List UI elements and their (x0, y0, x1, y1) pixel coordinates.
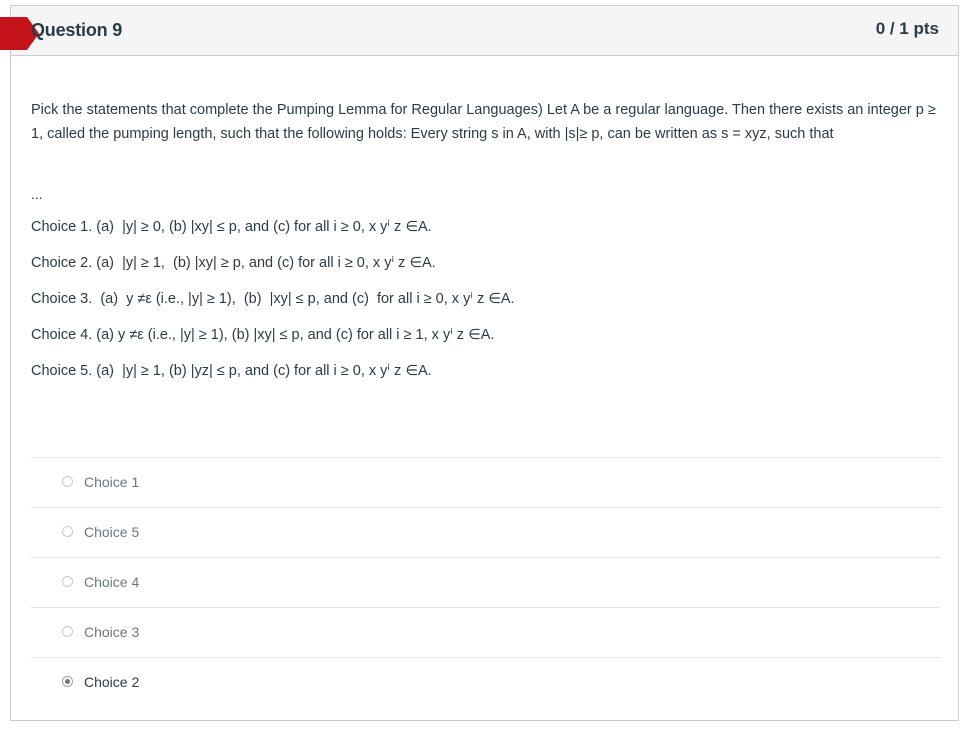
question-card: Question 9 0 / 1 pts Pick the statements… (0, 5, 959, 721)
radio-button[interactable] (62, 626, 73, 637)
answer-label[interactable]: Choice 1 (84, 474, 139, 490)
answer-option[interactable]: Choice 1 (31, 457, 940, 507)
question-header: Question 9 0 / 1 pts (0, 6, 958, 56)
answer-label[interactable]: Choice 4 (84, 574, 139, 590)
choice-statement-5: Choice 5. (a) |y| ≥ 1, (b) |yz| ≤ p, and… (31, 363, 432, 379)
answer-label[interactable]: Choice 2 (84, 674, 139, 690)
answer-option[interactable]: Choice 3 (31, 607, 940, 657)
answer-list: Choice 1 Choice 5 Choice 4 Choice 3 Choi… (31, 457, 940, 707)
radio-button[interactable] (62, 476, 73, 487)
choice-statement-4: Choice 4. (a) y ≠ε (i.e., |y| ≥ 1), (b) … (31, 327, 495, 343)
answer-option[interactable]: Choice 4 (31, 557, 940, 607)
answer-label[interactable]: Choice 3 (84, 624, 139, 640)
radio-button[interactable] (62, 526, 73, 537)
question-ellipsis: ... (31, 186, 43, 202)
answer-option[interactable]: Choice 5 (31, 507, 940, 557)
choice-statement-3: Choice 3. (a) y ≠ε (i.e., |y| ≥ 1), (b) … (31, 291, 515, 307)
question-text: Pick the statements that complete the Pu… (31, 102, 936, 142)
question-points: 0 / 1 pts (875, 19, 939, 38)
radio-button-selected[interactable] (62, 676, 73, 687)
question-title: Question 9 (31, 20, 123, 40)
answer-label[interactable]: Choice 5 (84, 524, 139, 540)
answer-option-selected[interactable]: Choice 2 (31, 657, 940, 707)
choice-statement-1: Choice 1. (a) |y| ≥ 0, (b) |xy| ≤ p, and… (31, 219, 432, 235)
choice-statement-2: Choice 2. (a) |y| ≥ 1, (b) |xy| ≥ p, and… (31, 255, 436, 271)
radio-button[interactable] (62, 576, 73, 587)
